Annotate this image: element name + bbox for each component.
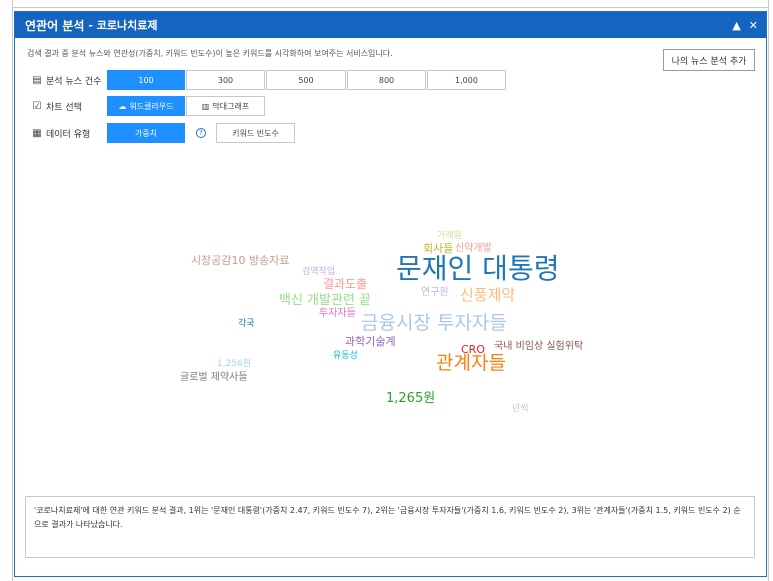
cloud-word[interactable]: 관계자들 (436, 354, 506, 373)
data-type-option-weight[interactable]: 가중치 (107, 123, 185, 143)
table-icon: ▦ (32, 127, 42, 139)
data-type-row: ▦ 데이터 유형 가중치 ? 키워드 빈도수 (31, 123, 296, 143)
cloud-word[interactable]: 금융시장 투자자들 (361, 314, 507, 333)
cloud-word[interactable]: 과학기술계 (345, 336, 396, 347)
collapse-up-icon[interactable]: ▲ (732, 19, 740, 32)
panel-subtitle: - 코로나치료제 (88, 19, 158, 32)
chart-option-bargraph[interactable]: ▥ 막대그래프 (186, 96, 265, 116)
cloud-word[interactable]: 시장공감10 방송자료 (191, 255, 289, 266)
word-cloud: 문재인 대통령 금융시장 투자자들 관계자들 신풍제약 백신 개발관련 끝 1,… (15, 182, 768, 492)
panel-title: 연관어 분석 (25, 18, 85, 33)
cloud-word[interactable]: 거래일 (437, 232, 462, 241)
bar-chart-icon: ▥ (201, 101, 210, 111)
panel-controls: ▲ ✕ (732, 19, 758, 32)
cloud-icon: ☁ (118, 101, 127, 111)
data-type-option-frequency[interactable]: 키워드 빈도수 (216, 123, 295, 143)
cloud-word[interactable]: 각국 (238, 320, 255, 329)
news-count-label: 분석 뉴스 건수 (46, 76, 102, 87)
cloud-word[interactable]: 결과도출 (323, 278, 367, 290)
cloud-word[interactable]: 검역작업 (302, 268, 335, 277)
cloud-word[interactable]: 백신 개발관련 끝 (279, 294, 371, 307)
panel-header: 연관어 분석 - 코로나치료제 ▲ ✕ (15, 12, 766, 38)
news-count-option-1000[interactable]: 1,000 (427, 70, 506, 90)
cloud-word[interactable]: 연구원 (421, 288, 449, 298)
cloud-word[interactable]: 1,256원 (217, 360, 251, 369)
cloud-word[interactable]: 1,265원 (386, 392, 435, 405)
news-count-option-500[interactable]: 500 (266, 70, 346, 90)
close-icon[interactable]: ✕ (749, 19, 758, 32)
calendar-check-icon: ☑ (32, 100, 42, 112)
news-count-option-100[interactable]: 100 (107, 70, 185, 90)
cloud-word[interactable]: 유동성 (333, 352, 358, 361)
chart-option-wordcloud[interactable]: ☁ 워드클라우드 (107, 96, 185, 116)
chart-select-label: 차트 선택 (46, 102, 82, 113)
cloud-word[interactable]: 투자자들 (319, 309, 356, 319)
help-icon[interactable]: ? (196, 128, 206, 138)
service-description: 검색 결과 중 분석 뉴스와 연관성(가중치, 키워드 빈도수)이 높은 키워드… (27, 49, 393, 58)
related-word-panel: 연관어 분석 - 코로나치료제 ▲ ✕ 검색 결과 중 분석 뉴스와 연관성(가… (14, 11, 767, 577)
news-count-option-800[interactable]: 800 (347, 70, 426, 90)
cloud-word[interactable]: 회사들 (423, 243, 453, 254)
news-count-option-300[interactable]: 300 (186, 70, 265, 90)
newspaper-icon: ▤ (32, 74, 42, 86)
cloud-word[interactable]: 신풍제약 (460, 288, 515, 303)
cloud-word[interactable]: CRO (461, 344, 485, 355)
cloud-word[interactable]: 신약개발 (455, 244, 492, 254)
cloud-word[interactable]: 년씩 (512, 405, 529, 414)
add-my-news-analysis-button[interactable]: 나의 뉴스 분석 추가 (663, 49, 755, 71)
cloud-word[interactable]: 문재인 대통령 (396, 255, 559, 283)
analysis-summary: '코로나치료제'에 대한 연관 키워드 분석 결과, 1위는 '문재인 대통령'… (25, 496, 755, 558)
chart-select-row: ☑ 차트 선택 ☁ 워드클라우드 ▥ 막대그래프 (31, 96, 266, 116)
cloud-word[interactable]: 국내 비임상 실험위탁 (494, 342, 583, 352)
cloud-word[interactable]: 글로벌 제약사들 (180, 373, 248, 383)
data-type-label: 데이터 유형 (46, 129, 91, 140)
news-count-row: ▤ 분석 뉴스 건수 100 300 500 800 1,000 (31, 70, 507, 90)
